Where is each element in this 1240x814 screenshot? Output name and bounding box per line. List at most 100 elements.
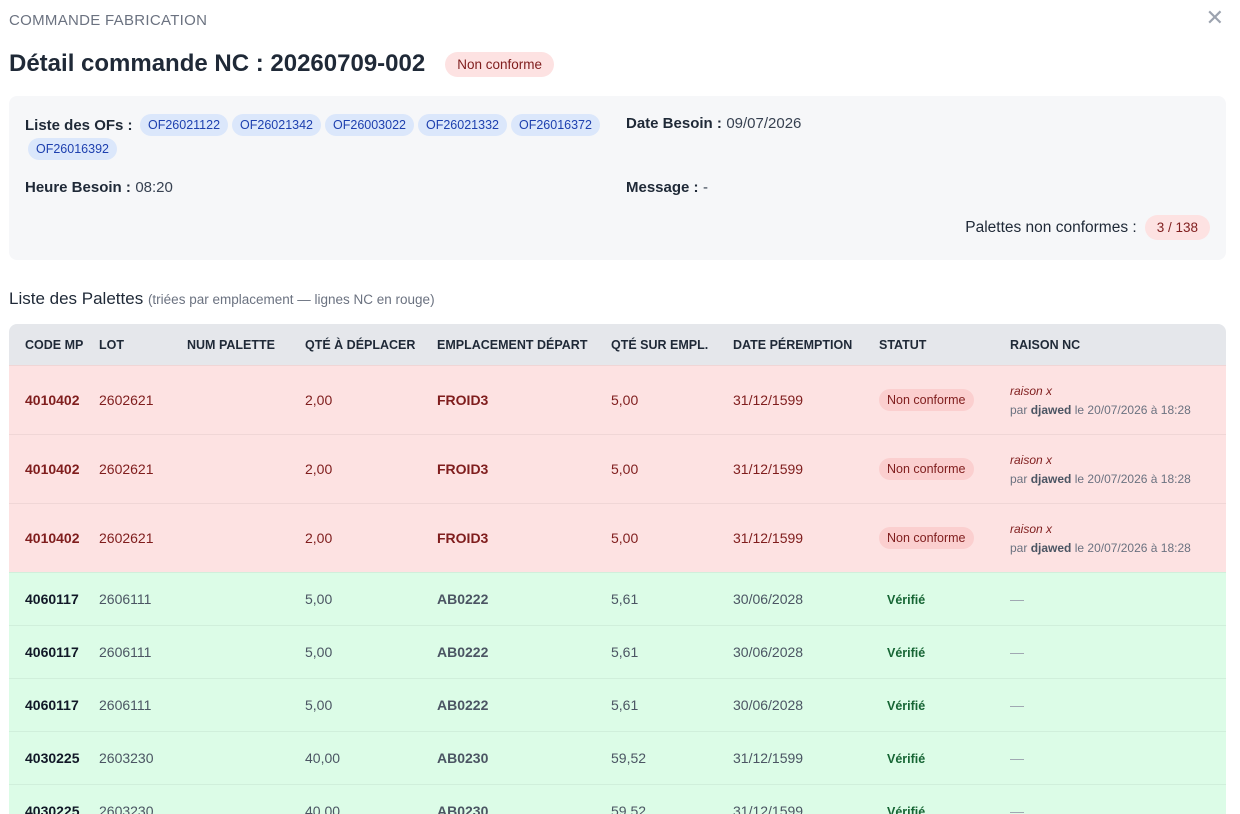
table-row[interactable]: 4060117 2606111 5,00 AB0222 5,61 30/06/2… xyxy=(9,678,1226,731)
of-chip[interactable]: OF26016392 xyxy=(28,138,117,161)
palettes-nc: Palettes non conformes : 3 / 138 xyxy=(965,215,1210,240)
cell-raison-nc: raison x par djawed le 20/07/2026 à 18:2… xyxy=(1010,522,1226,555)
cell-code-mp: 4010402 xyxy=(25,392,80,408)
raison-date: le 20/07/2026 à 18:28 xyxy=(1074,540,1191,555)
cell-qte-sur-empl: 59,52 xyxy=(611,750,647,766)
cell-emplacement-depart: AB0222 xyxy=(437,644,489,660)
of-list: Liste des OFs : OF26021122 OF26021342 OF26… xyxy=(25,114,605,162)
message: Message : - xyxy=(626,179,708,197)
palettes-nc-label: Palettes non conformes : xyxy=(965,218,1137,236)
cell-qte-sur-empl: 5,61 xyxy=(611,697,639,713)
cell-qte-a-deplacer: 2,00 xyxy=(305,392,333,408)
raison-user: djawed xyxy=(1030,540,1072,555)
status-verified: Vérifié xyxy=(887,593,926,607)
cell-lot: 2603230 xyxy=(99,803,154,814)
cell-lot: 2606111 xyxy=(99,697,152,713)
cell-raison-nc: — xyxy=(1010,750,1226,766)
cell-statut: Non conforme xyxy=(879,389,1010,411)
raison-text: raison x xyxy=(1010,521,1053,536)
of-chip[interactable]: OF26021122 xyxy=(139,114,229,136)
of-chip[interactable]: OF26003022 xyxy=(325,114,414,136)
table-row[interactable]: 4060117 2606111 5,00 AB0222 5,61 30/06/2… xyxy=(9,572,1226,625)
cell-raison-nc: raison x par djawed le 20/07/2026 à 18:2… xyxy=(1010,384,1226,417)
status-verified: Vérifié xyxy=(887,805,926,814)
status-verified: Vérifié xyxy=(887,752,926,766)
cell-lot: 2606111 xyxy=(99,644,152,660)
of-chip[interactable]: OF26016372 xyxy=(510,114,600,136)
cell-lot: 2603230 xyxy=(99,750,154,766)
heure-besoin-value: 08:20 xyxy=(135,179,173,196)
cell-qte-a-deplacer: 2,00 xyxy=(305,461,333,477)
cell-code-mp: 4060117 xyxy=(25,644,79,660)
cell-statut: Vérifié xyxy=(879,644,1010,660)
header-emplacement-depart[interactable]: EMPLACEMENT DÉPART xyxy=(437,338,611,352)
cell-qte-a-deplacer: 40,00 xyxy=(305,803,341,814)
section-subtitle: (triées par emplacement — lignes NC en r… xyxy=(147,292,435,307)
message-value: - xyxy=(703,179,708,196)
header-date-peremption[interactable]: DATE PÉREMPTION xyxy=(733,338,879,352)
header-statut[interactable]: STATUT xyxy=(879,338,1010,352)
raison-user: djawed xyxy=(1030,402,1072,417)
raison-date: le 20/07/2026 à 18:28 xyxy=(1074,471,1191,486)
palettes-table: CODE MP LOT NUM PALETTE QTÉ À DÉPLACER E… xyxy=(9,324,1226,814)
cell-date-peremption: 31/12/1599 xyxy=(733,530,804,546)
cell-raison-nc: — xyxy=(1010,591,1226,607)
cell-qte-sur-empl: 59,52 xyxy=(611,803,647,814)
cell-code-mp: 4030225 xyxy=(25,803,80,814)
raison-text: raison x xyxy=(1010,452,1053,467)
raison-empty: — xyxy=(1010,803,1024,814)
cell-code-mp: 4010402 xyxy=(25,530,80,546)
of-chip[interactable]: OF26021332 xyxy=(418,114,507,136)
cell-date-peremption: 30/06/2028 xyxy=(733,697,804,713)
close-icon[interactable]: ✕ xyxy=(1206,5,1224,30)
raison-empty: — xyxy=(1010,697,1024,713)
cell-date-peremption: 31/12/1599 xyxy=(733,392,804,408)
cell-raison-nc: — xyxy=(1010,644,1226,660)
raison-par: par xyxy=(1010,540,1028,555)
raison-empty: — xyxy=(1010,591,1024,607)
status-verified: Vérifié xyxy=(887,646,926,660)
cell-emplacement-depart: FROID3 xyxy=(437,530,489,546)
header-num-palette[interactable]: NUM PALETTE xyxy=(187,338,305,352)
info-card: Liste des OFs : OF26021122 OF26021342 OF26… xyxy=(9,96,1226,260)
cell-lot: 2602621 xyxy=(99,530,154,546)
header-lot[interactable]: LOT xyxy=(99,338,187,352)
date-besoin-label: Date Besoin : xyxy=(626,115,722,132)
raison-par: par xyxy=(1010,402,1028,417)
table-row[interactable]: 4030225 2603230 40,00 AB0230 59,52 31/12… xyxy=(9,731,1226,784)
table-row[interactable]: 4060117 2606111 5,00 AB0222 5,61 30/06/2… xyxy=(9,625,1226,678)
table-body: 4010402 2602621 2,00 FROID3 5,00 31/12/1… xyxy=(9,365,1226,814)
cell-code-mp: 4060117 xyxy=(25,591,79,607)
cell-emplacement-depart: AB0230 xyxy=(437,750,489,766)
header-code-mp[interactable]: CODE MP xyxy=(9,338,99,352)
header-raison-nc[interactable]: RAISON NC xyxy=(1010,338,1226,352)
of-chip[interactable]: OF26021342 xyxy=(232,114,322,136)
table-row[interactable]: 4010402 2602621 2,00 FROID3 5,00 31/12/1… xyxy=(9,503,1226,572)
cell-code-mp: 4060117 xyxy=(25,697,79,713)
heure-besoin-label: Heure Besoin : xyxy=(25,179,131,196)
cell-code-mp: 4030225 xyxy=(25,750,80,766)
status-badge-nc: Non conforme xyxy=(879,527,974,549)
header-qte-sur-empl[interactable]: QTÉ SUR EMPL. xyxy=(611,338,733,352)
cell-statut: Vérifié xyxy=(879,750,1010,766)
cell-emplacement-depart: AB0222 xyxy=(437,697,489,713)
cell-qte-sur-empl: 5,61 xyxy=(611,644,639,660)
status-badge: Non conforme xyxy=(445,51,554,77)
table-header: CODE MP LOT NUM PALETTE QTÉ À DÉPLACER E… xyxy=(9,324,1226,365)
raison-text: raison x xyxy=(1010,383,1053,398)
close-button[interactable]: ✕ xyxy=(1206,6,1224,30)
cell-emplacement-depart: AB0222 xyxy=(437,591,489,607)
cell-date-peremption: 31/12/1599 xyxy=(733,803,804,814)
cell-qte-a-deplacer: 2,00 xyxy=(305,530,333,546)
cell-qte-a-deplacer: 5,00 xyxy=(305,697,333,713)
status-verified: Vérifié xyxy=(887,699,926,713)
cell-statut: Non conforme xyxy=(879,458,1010,480)
table-row[interactable]: 4010402 2602621 2,00 FROID3 5,00 31/12/1… xyxy=(9,365,1226,434)
status-badge-nc: Non conforme xyxy=(879,458,974,480)
cell-date-peremption: 31/12/1599 xyxy=(733,461,804,477)
header-qte-a-deplacer[interactable]: QTÉ À DÉPLACER xyxy=(305,338,437,352)
cell-emplacement-depart: AB0230 xyxy=(437,803,489,814)
table-row[interactable]: 4030225 2603230 40,00 AB0230 59,52 31/12… xyxy=(9,784,1226,814)
raison-author: par djawed le 20/07/2026 à 18:28 xyxy=(1010,403,1226,417)
table-row[interactable]: 4010402 2602621 2,00 FROID3 5,00 31/12/1… xyxy=(9,434,1226,503)
